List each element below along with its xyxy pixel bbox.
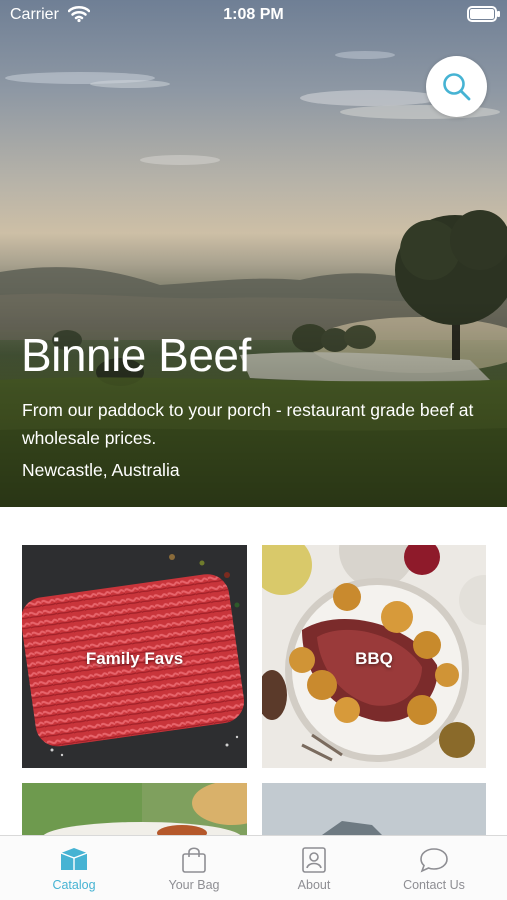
category-label: BBQ <box>355 649 393 668</box>
tab-label: Catalog <box>52 878 96 892</box>
search-icon <box>443 73 471 101</box>
status-bar: Carrier 1:08 PM <box>0 0 507 32</box>
catalog-box-icon <box>60 848 88 870</box>
category-tile-bbq[interactable]: BBQ <box>262 545 486 768</box>
search-button[interactable] <box>426 56 487 117</box>
battery-icon <box>467 6 500 22</box>
tab-catalog[interactable]: Catalog <box>11 836 137 900</box>
category-label: Family Favs <box>85 649 184 668</box>
tab-label: About <box>297 878 331 892</box>
store-location: Newcastle, Australia <box>22 460 180 480</box>
screen: Carrier 1:08 PM Binnie Beef From our pad… <box>0 0 507 900</box>
tab-contact-us[interactable]: Contact Us <box>371 836 497 900</box>
tab-about[interactable]: About <box>251 836 377 900</box>
store-title: Binnie Beef <box>21 329 251 381</box>
store-tagline: From our paddock to your porch - restaur… <box>22 400 474 448</box>
tab-label: Your Bag <box>168 878 220 892</box>
category-tile[interactable] <box>262 783 486 835</box>
tab-label: Contact Us <box>403 878 465 892</box>
tab-bar: Catalog Your Bag About Contact Us <box>0 835 507 900</box>
category-tile[interactable] <box>22 783 247 835</box>
tab-your-bag[interactable]: Your Bag <box>131 836 257 900</box>
status-time: 1:08 PM <box>223 6 284 23</box>
person-card-icon <box>302 847 326 873</box>
shopping-bag-icon <box>182 847 206 873</box>
chat-bubble-icon <box>420 848 448 873</box>
category-tile-family-favs[interactable]: Family Favs <box>22 545 247 768</box>
food-image <box>22 783 247 835</box>
food-image <box>262 783 486 835</box>
hero-banner: Carrier 1:08 PM Binnie Beef From our pad… <box>0 0 507 507</box>
